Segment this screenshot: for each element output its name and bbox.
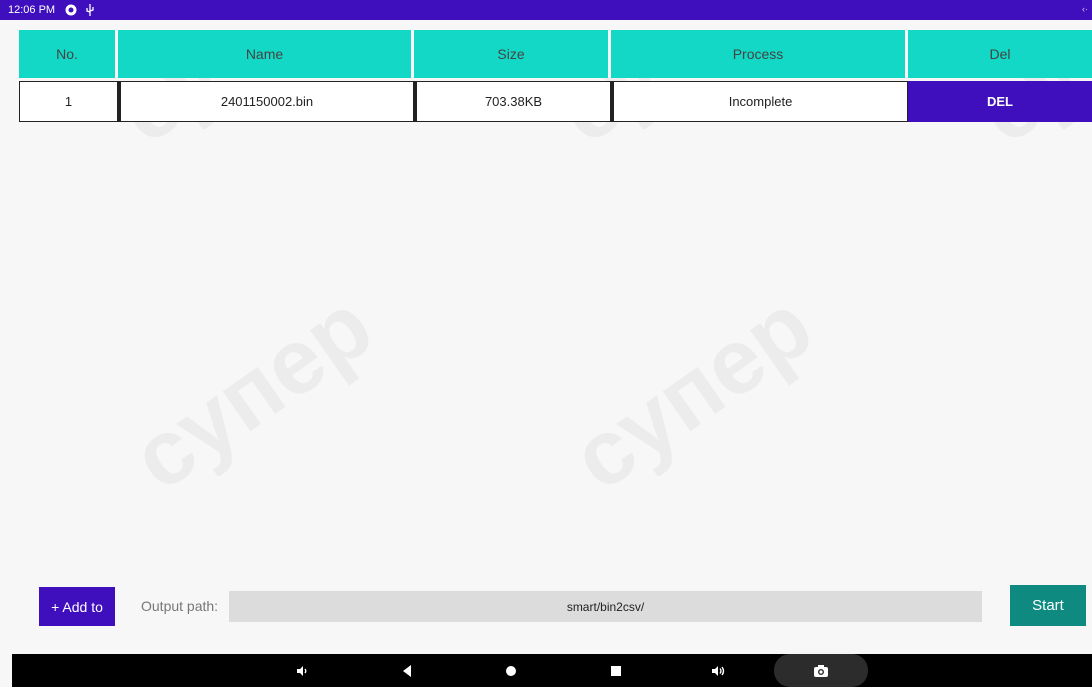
back-icon[interactable]: [387, 654, 427, 687]
add-to-button[interactable]: + Add to: [39, 587, 115, 626]
status-time: 12:06 PM: [8, 4, 56, 16]
screenshot-icon[interactable]: [801, 654, 841, 687]
table-header-row: No. Name Size Process Del: [19, 30, 1092, 78]
cell-no: 1: [19, 81, 118, 122]
header-process: Process: [611, 30, 908, 78]
home-icon[interactable]: [491, 654, 531, 687]
header-del: Del: [908, 30, 1092, 78]
recents-icon[interactable]: [596, 654, 636, 687]
watermark: супер: [114, 274, 391, 510]
volume-down-icon[interactable]: [282, 654, 322, 687]
settings-circle-icon: [65, 4, 77, 16]
status-right-indicator: ‹·: [1082, 4, 1088, 14]
watermark: супер: [554, 274, 831, 510]
file-table: No. Name Size Process Del 1 2401150002.b…: [19, 30, 1092, 122]
output-path-label: Output path:: [141, 598, 219, 614]
navigation-bar: [12, 654, 1092, 687]
cell-size: 703.38KB: [414, 81, 611, 122]
start-button[interactable]: Start: [1010, 585, 1086, 626]
table-row: 1 2401150002.bin 703.38KB Incomplete DEL: [19, 81, 1092, 122]
usb-icon: [85, 4, 95, 16]
header-no: No.: [19, 30, 118, 78]
cell-name: 2401150002.bin: [118, 81, 414, 122]
header-size: Size: [414, 30, 611, 78]
header-name: Name: [118, 30, 414, 78]
delete-button[interactable]: DEL: [908, 81, 1092, 122]
cell-process: Incomplete: [611, 81, 908, 122]
volume-up-icon[interactable]: [698, 654, 738, 687]
status-bar: 12:06 PM ‹·: [0, 0, 1092, 20]
output-path-field[interactable]: smart/bin2csv/: [229, 591, 982, 622]
